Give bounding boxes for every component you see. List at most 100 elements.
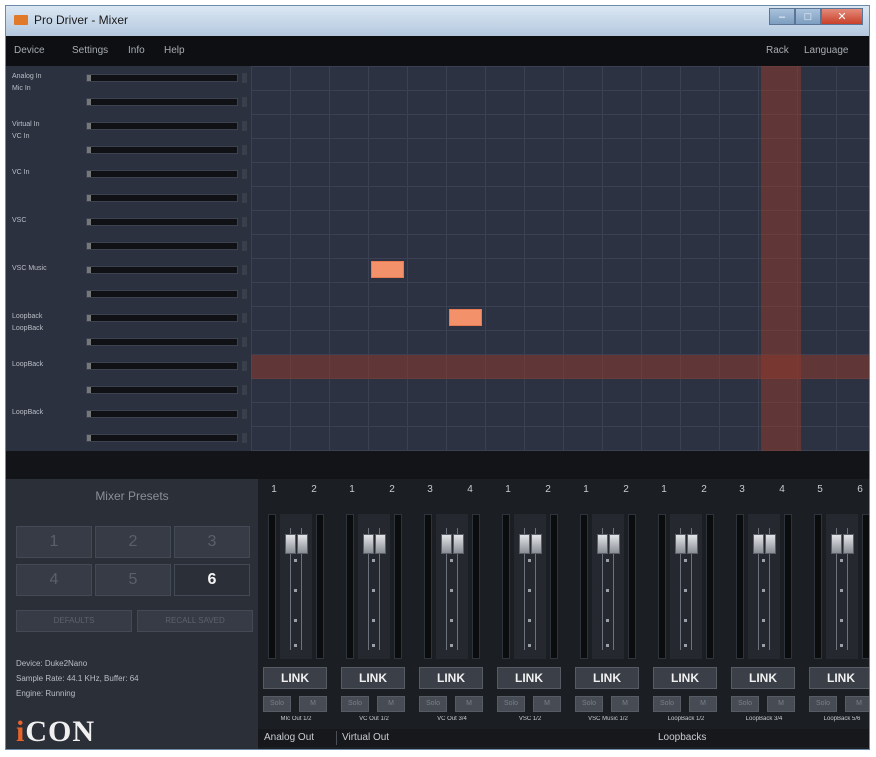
input-row-label: VC In [12,169,30,176]
fader-knob-left[interactable] [753,534,764,554]
fader-knob-right[interactable] [843,534,854,554]
vu-meter-left [736,514,744,659]
fader-knob-left[interactable] [285,534,296,554]
channel-number-left: 1 [661,484,667,495]
link-button[interactable]: LINK [419,667,483,689]
input-meter [86,122,238,130]
channel-strip: 3 4 LINK Solo M LoopBack 3/4 [726,479,802,729]
vu-meter-right [472,514,480,659]
solo-button[interactable]: Solo [419,696,447,712]
group-virtual-out: Virtual Out [342,732,390,743]
minimize-button[interactable]: – [769,8,795,25]
engine-status: Engine: Running [16,689,76,698]
mute-button[interactable]: M [299,696,327,712]
input-meter [86,146,238,154]
fader-knob-left[interactable] [675,534,686,554]
fader-knob-right[interactable] [297,534,308,554]
fader-knob-right[interactable] [375,534,386,554]
input-meter [86,170,238,178]
input-meter [86,242,238,250]
maximize-button[interactable]: □ [795,8,821,25]
input-meter [86,314,238,322]
preset-4-button[interactable]: 4 [16,564,92,596]
scale-dot [606,559,609,562]
fader-knob-right[interactable] [453,534,464,554]
solo-button[interactable]: Solo [731,696,759,712]
mute-button[interactable]: M [767,696,795,712]
strip-name: LoopBack 5/6 [823,716,861,722]
solo-button[interactable]: Solo [653,696,681,712]
menu-info[interactable]: Info [128,45,145,56]
preset-5-button[interactable]: 5 [95,564,171,596]
meter-cap [242,313,247,323]
vu-meter-right [628,514,636,659]
recall-saved-button[interactable]: RECALL SAVED [137,610,253,632]
link-button[interactable]: LINK [653,667,717,689]
fader-knob-left[interactable] [519,534,530,554]
preset-3-button[interactable]: 3 [174,526,250,558]
presets-title: Mixer Presets [95,489,169,503]
meter-cap [242,97,247,107]
scale-dot [294,589,297,592]
channel-strip: 1 2 LINK Solo M MIc Out 1/2 [258,479,334,729]
solo-button[interactable]: Solo [575,696,603,712]
meter-cap [242,433,247,443]
fader-knob-right[interactable] [765,534,776,554]
defaults-button[interactable]: DEFAULTS [16,610,132,632]
menu-language[interactable]: Language [804,45,849,56]
group-bar: Analog Out Virtual Out Loopbacks [258,729,869,747]
fader-knob-right[interactable] [531,534,542,554]
meter-cap [242,265,247,275]
fader-knob-left[interactable] [441,534,452,554]
menu-help[interactable]: Help [164,45,185,56]
close-button[interactable]: ✕ [821,8,863,25]
fader-knob-right[interactable] [687,534,698,554]
channel-number-left: 3 [427,484,433,495]
link-button[interactable]: LINK [731,667,795,689]
solo-button[interactable]: Solo [497,696,525,712]
link-button[interactable]: LINK [497,667,561,689]
link-button[interactable]: LINK [341,667,405,689]
link-button[interactable]: LINK [575,667,639,689]
mute-button[interactable]: M [455,696,483,712]
mute-button[interactable]: M [611,696,639,712]
input-meter [86,218,238,226]
meter-cap [242,73,247,83]
preset-1-button[interactable]: 1 [16,526,92,558]
menu-device[interactable]: Device [14,45,45,56]
fader-knob-left[interactable] [363,534,374,554]
menu-settings[interactable]: Settings [72,45,108,56]
vu-meter-right [784,514,792,659]
fader-knob-left[interactable] [831,534,842,554]
solo-button[interactable]: Solo [263,696,291,712]
input-row-label: LoopBack [12,409,44,416]
link-button[interactable]: LINK [809,667,869,689]
scale-dot [840,589,843,592]
mute-button[interactable]: M [689,696,717,712]
preset-6-button[interactable]: 6 [174,564,250,596]
vu-meter-left [814,514,822,659]
fader-knob-left[interactable] [597,534,608,554]
active-route-cell[interactable] [371,261,404,278]
mute-button[interactable]: M [533,696,561,712]
presets-panel: Mixer Presets 1 2 3 4 5 6 DEFAULTS RECAL… [6,479,258,749]
active-route-cell[interactable] [449,309,482,326]
mute-button[interactable]: M [845,696,869,712]
solo-button[interactable]: Solo [341,696,369,712]
menu-rack[interactable]: Rack [766,45,789,56]
scale-dot [294,619,297,622]
mute-button[interactable]: M [377,696,405,712]
scale-dot [450,619,453,622]
channel-strip: 3 4 LINK Solo M VC Out 3/4 [414,479,490,729]
solo-button[interactable]: Solo [809,696,837,712]
fader-knob-right[interactable] [609,534,620,554]
channel-number-right: 2 [701,484,707,495]
input-meter [86,434,238,442]
link-button[interactable]: LINK [263,667,327,689]
meter-cap [242,289,247,299]
channel-number-right: 2 [545,484,551,495]
meter-cap [242,193,247,203]
strip-name: LoopBack 1/2 [667,716,705,722]
channel-strip: 1 2 LINK Solo M VSC Music 1/2 [570,479,646,729]
preset-2-button[interactable]: 2 [95,526,171,558]
